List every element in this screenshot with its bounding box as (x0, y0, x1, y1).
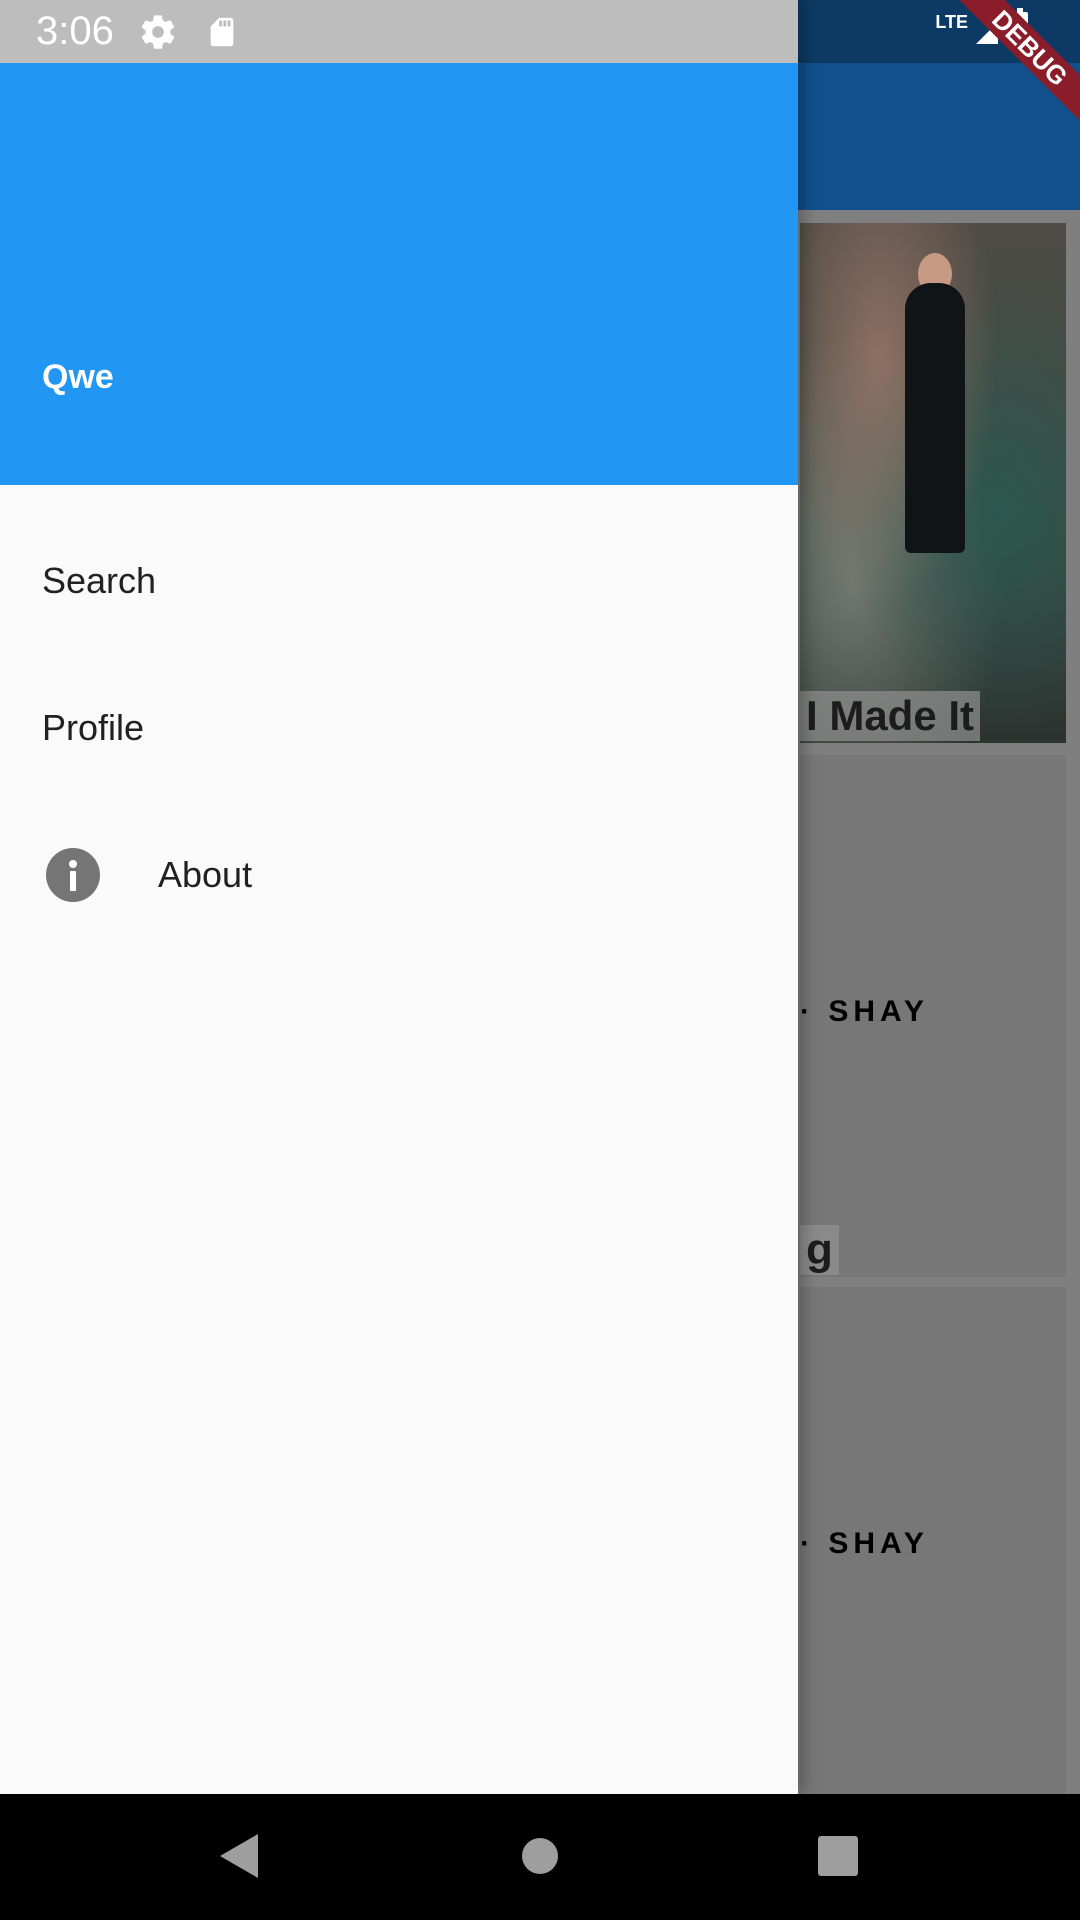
status-time: 3:06 (36, 9, 114, 53)
navigation-drawer: 3:06 Qwe Search Profile About (0, 0, 798, 1794)
home-icon[interactable] (522, 1838, 558, 1874)
drawer-item-profile[interactable]: Profile (0, 655, 798, 801)
user-name: Qwe (42, 358, 114, 396)
status-bar: 3:06 (0, 0, 798, 63)
info-icon (46, 848, 100, 902)
drawer-item-search[interactable]: Search (0, 508, 798, 654)
album-title: g (800, 1225, 839, 1275)
drawer-item-label: Profile (42, 707, 145, 748)
drawer-item-about[interactable]: About (0, 802, 798, 948)
album-cover-text: · SHAY (800, 995, 929, 1028)
album-art-figure (905, 283, 965, 553)
system-navigation-bar (0, 1794, 1080, 1920)
album-title: I Made It (800, 691, 981, 741)
drawer-item-label: About (158, 854, 253, 895)
back-icon[interactable] (220, 1834, 258, 1878)
album-card[interactable]: I Made It (800, 223, 1066, 743)
lte-label: LTE (935, 12, 968, 32)
album-card[interactable]: · SHAY g (800, 755, 1066, 1277)
drawer-header: Qwe (0, 63, 798, 485)
drawer-item-label: Search (42, 560, 157, 601)
settings-gear-icon (141, 15, 175, 49)
album-card[interactable]: · SHAY (800, 1287, 1066, 1794)
album-cover-text: · SHAY (800, 1527, 929, 1560)
recents-icon[interactable] (818, 1836, 858, 1876)
sd-card-icon (210, 17, 234, 47)
